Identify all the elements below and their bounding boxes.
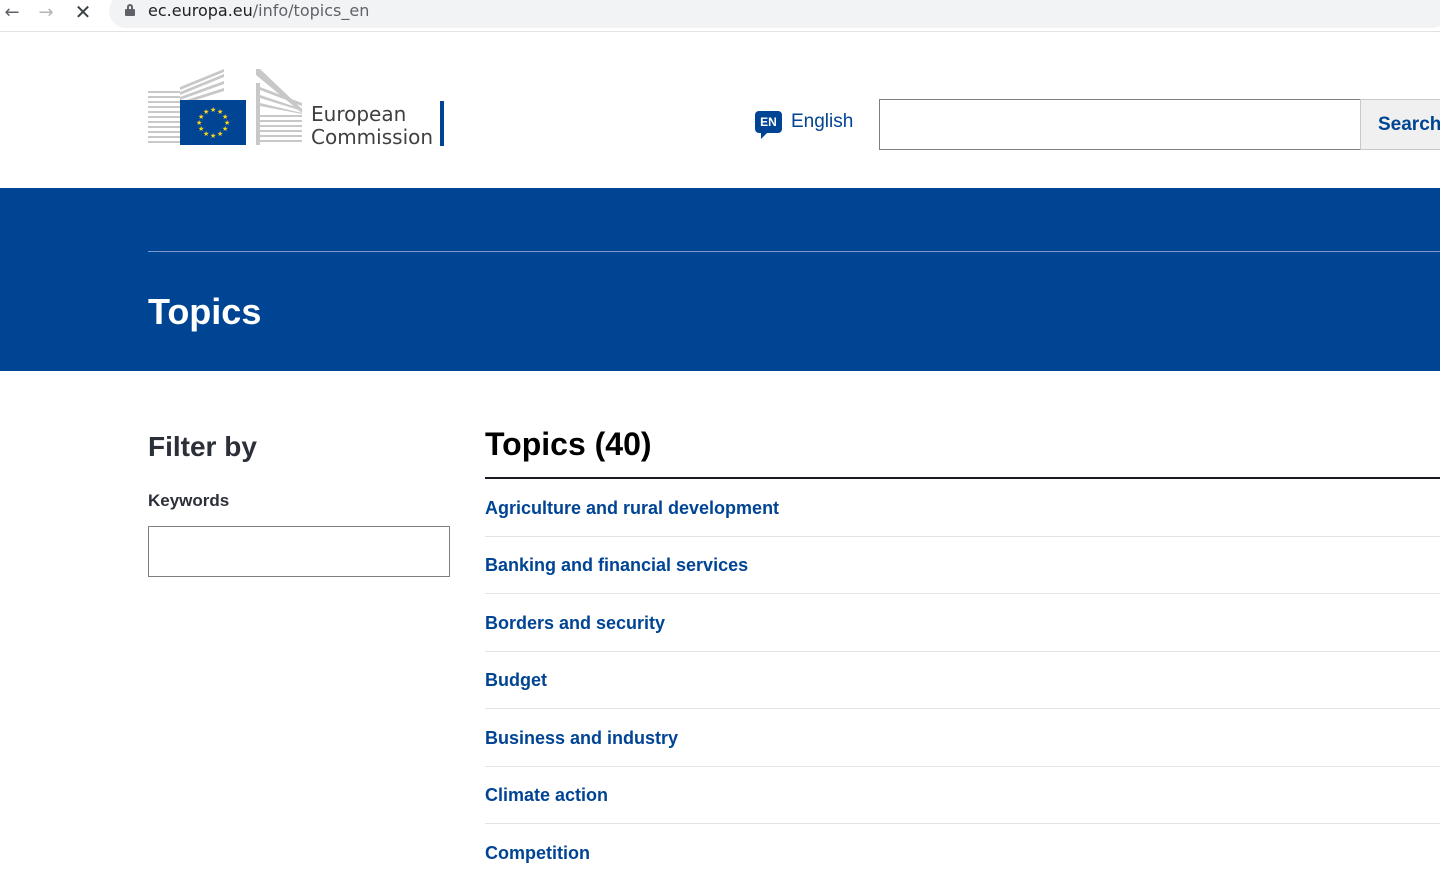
keywords-label: Keywords	[148, 491, 230, 510]
topic-link-banking[interactable]: Banking and financial services	[485, 555, 748, 576]
language-speech-bubble-icon: EN	[755, 111, 782, 139]
european-commission-logo[interactable]: ★ ★ ★ ★ ★ ★ ★ ★ ★ ★ ★ ★ European Commiss…	[148, 69, 448, 149]
url-path: /info/topics_en	[252, 1, 370, 20]
banner-divider	[148, 251, 1440, 252]
list-item: Budget	[485, 652, 1440, 709]
language-code: EN	[760, 115, 777, 129]
svg-text:★: ★	[210, 132, 216, 140]
logo-wordmark: European Commission	[311, 103, 433, 149]
svg-text:★: ★	[203, 108, 209, 116]
list-item: Climate action	[485, 767, 1440, 824]
address-url[interactable]: ec.europa.eu/info/topics_en	[148, 1, 369, 20]
list-item: Borders and security	[485, 594, 1440, 652]
forward-arrow-icon[interactable]: →	[34, 0, 58, 24]
logo-text-line2: Commission	[311, 125, 434, 149]
topic-link-borders[interactable]: Borders and security	[485, 613, 665, 634]
page-header-banner: Topics	[0, 188, 1440, 371]
language-selector[interactable]: EN English	[755, 111, 854, 139]
language-label: English	[791, 111, 854, 132]
topic-link-climate[interactable]: Climate action	[485, 785, 608, 806]
list-item: Agriculture and rural development	[485, 479, 1440, 537]
commission-building-flag-icon: ★ ★ ★ ★ ★ ★ ★ ★ ★ ★ ★ ★	[148, 69, 302, 145]
stop-loading-close-icon[interactable]: ✕	[71, 0, 95, 24]
keywords-input[interactable]	[148, 526, 450, 577]
topic-link-competition[interactable]: Competition	[485, 843, 590, 864]
topics-list: Agriculture and rural development Bankin…	[485, 479, 1440, 877]
lock-icon[interactable]	[125, 4, 135, 16]
topics-list-heading: Topics (40)	[485, 426, 652, 462]
browser-toolbar: ← → ✕ ec.europa.eu/info/topics_en	[0, 0, 1440, 32]
svg-text:★: ★	[210, 106, 216, 114]
list-item: Competition	[485, 824, 1440, 877]
topic-link-business[interactable]: Business and industry	[485, 728, 678, 749]
address-bar[interactable]: ec.europa.eu/info/topics_en	[109, 0, 1440, 28]
site-search-input[interactable]	[879, 99, 1361, 150]
search-button[interactable]: Search	[1360, 99, 1440, 150]
logo-text-line1: European	[311, 102, 407, 126]
back-arrow-icon[interactable]: ←	[0, 0, 24, 24]
topic-link-budget[interactable]: Budget	[485, 670, 547, 691]
url-host: ec.europa.eu	[148, 1, 253, 20]
list-item: Banking and financial services	[485, 537, 1440, 594]
site-header: ★ ★ ★ ★ ★ ★ ★ ★ ★ ★ ★ ★ European Commiss…	[0, 33, 1440, 188]
list-item: Business and industry	[485, 709, 1440, 767]
topic-link-agriculture[interactable]: Agriculture and rural development	[485, 498, 779, 519]
page-title: Topics	[148, 291, 262, 332]
filter-heading: Filter by	[148, 431, 257, 462]
logo-divider	[440, 101, 444, 146]
svg-text:★: ★	[217, 130, 223, 138]
